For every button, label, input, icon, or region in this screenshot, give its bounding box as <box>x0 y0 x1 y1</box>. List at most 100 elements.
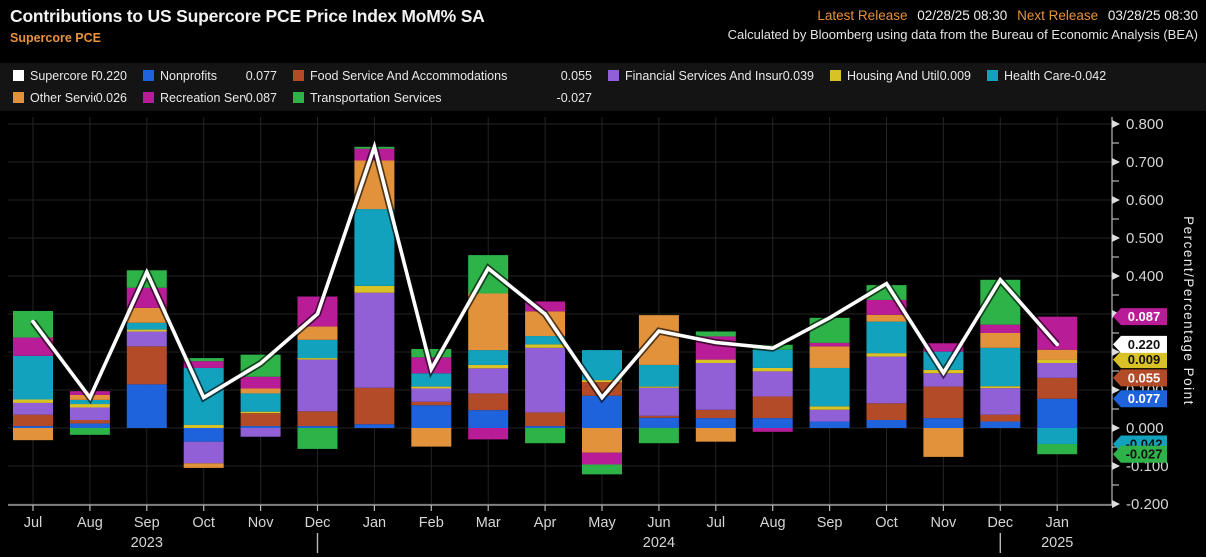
bar-segment-health-care[interactable] <box>298 340 338 358</box>
bar-segment-housing-and-utilities[interactable] <box>298 358 338 360</box>
bar-segment-nonprofits[interactable] <box>1037 399 1077 428</box>
bar-segment-financial-services-and-insurance[interactable] <box>525 348 565 413</box>
bar-segment-housing-and-utilities[interactable] <box>753 368 793 371</box>
bar-segment-nonprofits[interactable] <box>241 426 281 428</box>
bar-segment-food-service-and-accommodations[interactable] <box>13 415 53 426</box>
bar-segment-food-service-and-accommodations[interactable] <box>468 393 508 410</box>
bar-segment-transportation-services[interactable] <box>70 428 110 435</box>
bar-segment-housing-and-utilities[interactable] <box>127 330 167 332</box>
bar-segment-other-services[interactable] <box>411 428 451 447</box>
legend-item[interactable]: Financial Services And Insurance0.039 <box>608 69 830 83</box>
bar-segment-nonprofits[interactable] <box>696 418 736 428</box>
bar-segment-food-service-and-accommodations[interactable] <box>696 410 736 418</box>
bar-segment-other-services[interactable] <box>468 293 508 350</box>
legend-item[interactable]: Nonprofits0.077 <box>143 69 293 83</box>
legend-item[interactable]: Housing And Utilities0.009 <box>830 69 987 83</box>
bar-segment-food-service-and-accommodations[interactable] <box>298 411 338 426</box>
bar-segment-financial-services-and-insurance[interactable] <box>184 442 224 464</box>
bar-segment-nonprofits[interactable] <box>127 384 167 428</box>
bar-segment-other-services[interactable] <box>184 463 224 468</box>
bar-segment-nonprofits[interactable] <box>298 426 338 428</box>
bar-segment-other-services[interactable] <box>639 315 679 365</box>
bar-segment-housing-and-utilities[interactable] <box>13 400 53 403</box>
bar-segment-health-care[interactable] <box>127 323 167 330</box>
bar-segment-food-service-and-accommodations[interactable] <box>354 388 394 424</box>
bar-segment-health-care[interactable] <box>753 350 793 368</box>
legend-item[interactable]: Health Care-0.042 <box>987 69 1122 83</box>
bar-segment-financial-services-and-insurance[interactable] <box>70 407 110 420</box>
bar-segment-financial-services-and-insurance[interactable] <box>354 293 394 388</box>
bar-segment-financial-services-and-insurance[interactable] <box>753 371 793 396</box>
bar-segment-recreation-services[interactable] <box>468 428 508 439</box>
bar-segment-housing-and-utilities[interactable] <box>184 425 224 428</box>
bar-segment-food-service-and-accommodations[interactable] <box>753 396 793 418</box>
bar-segment-nonprofits[interactable] <box>753 418 793 428</box>
bar-segment-other-services[interactable] <box>923 428 963 457</box>
bar-segment-health-care[interactable] <box>1037 428 1077 444</box>
bar-segment-financial-services-and-insurance[interactable] <box>696 363 736 410</box>
bar-segment-food-service-and-accommodations[interactable] <box>923 387 963 419</box>
bar-segment-transportation-services[interactable] <box>582 464 622 474</box>
legend-item[interactable]: Recreation Services0.087 <box>143 91 293 105</box>
bar-segment-health-care[interactable] <box>468 350 508 365</box>
bar-segment-financial-services-and-insurance[interactable] <box>411 388 451 401</box>
bar-segment-nonprofits[interactable] <box>411 405 451 428</box>
bar-segment-nonprofits[interactable] <box>923 418 963 428</box>
bar-segment-food-service-and-accommodations[interactable] <box>411 402 451 405</box>
bar-segment-other-services[interactable] <box>241 388 281 393</box>
legend-item[interactable]: Other Services0.026 <box>13 91 143 105</box>
bar-segment-food-service-and-accommodations[interactable] <box>1037 378 1077 399</box>
bar-segment-financial-services-and-insurance[interactable] <box>867 357 907 404</box>
bar-segment-food-service-and-accommodations[interactable] <box>867 403 907 420</box>
bar-segment-housing-and-utilities[interactable] <box>867 353 907 356</box>
bar-segment-nonprofits[interactable] <box>354 424 394 428</box>
bar-segment-financial-services-and-insurance[interactable] <box>468 368 508 393</box>
bar-segment-recreation-services[interactable] <box>582 453 622 465</box>
bar-segment-nonprofits[interactable] <box>980 422 1020 428</box>
bar-segment-housing-and-utilities[interactable] <box>354 286 394 293</box>
bar-segment-transportation-services[interactable] <box>1037 444 1077 454</box>
bar-segment-health-care[interactable] <box>639 365 679 387</box>
bar-segment-transportation-services[interactable] <box>639 428 679 443</box>
bar-segment-nonprofits[interactable] <box>184 428 224 442</box>
bar-segment-housing-and-utilities[interactable] <box>696 360 736 363</box>
legend-item[interactable]: Supercore PCE0.220 <box>13 69 143 83</box>
bar-segment-financial-services-and-insurance[interactable] <box>127 331 167 346</box>
bar-segment-other-services[interactable] <box>13 428 53 440</box>
bar-segment-housing-and-utilities[interactable] <box>468 365 508 368</box>
bar-segment-housing-and-utilities[interactable] <box>639 387 679 388</box>
bar-segment-food-service-and-accommodations[interactable] <box>980 415 1020 422</box>
bar-segment-housing-and-utilities[interactable] <box>525 344 565 347</box>
bar-segment-health-care[interactable] <box>13 356 53 400</box>
bar-segment-financial-services-and-insurance[interactable] <box>980 388 1020 415</box>
bar-segment-other-services[interactable] <box>867 315 907 322</box>
bar-segment-other-services[interactable] <box>1037 350 1077 360</box>
bar-segment-other-services[interactable] <box>696 428 736 442</box>
bar-segment-financial-services-and-insurance[interactable] <box>298 360 338 412</box>
bar-segment-financial-services-and-insurance[interactable] <box>639 388 679 416</box>
bar-segment-nonprofits[interactable] <box>468 410 508 428</box>
bar-segment-nonprofits[interactable] <box>13 426 53 428</box>
bar-segment-housing-and-utilities[interactable] <box>1037 360 1077 363</box>
bar-segment-housing-and-utilities[interactable] <box>241 412 281 414</box>
bar-segment-health-care[interactable] <box>810 368 850 406</box>
bar-segment-financial-services-and-insurance[interactable] <box>1037 363 1077 378</box>
bar-segment-health-care[interactable] <box>241 393 281 411</box>
bar-segment-transportation-services[interactable] <box>525 428 565 443</box>
bar-segment-recreation-services[interactable] <box>241 377 281 389</box>
bar-segment-nonprofits[interactable] <box>639 418 679 428</box>
bar-segment-other-services[interactable] <box>582 428 622 453</box>
legend-item[interactable]: Transportation Services-0.027 <box>293 91 608 105</box>
bar-segment-food-service-and-accommodations[interactable] <box>525 412 565 426</box>
bar-segment-food-service-and-accommodations[interactable] <box>70 420 110 423</box>
bar-segment-transportation-services[interactable] <box>696 331 736 336</box>
bar-segment-housing-and-utilities[interactable] <box>411 387 451 389</box>
bar-segment-transportation-services[interactable] <box>298 428 338 449</box>
bar-segment-housing-and-utilities[interactable] <box>70 404 110 407</box>
bar-segment-food-service-and-accommodations[interactable] <box>127 346 167 384</box>
bar-segment-recreation-services[interactable] <box>810 343 850 346</box>
bar-segment-nonprofits[interactable] <box>525 426 565 428</box>
bar-segment-financial-services-and-insurance[interactable] <box>13 403 53 415</box>
bar-segment-nonprofits[interactable] <box>810 422 850 428</box>
bar-segment-health-care[interactable] <box>354 209 394 286</box>
